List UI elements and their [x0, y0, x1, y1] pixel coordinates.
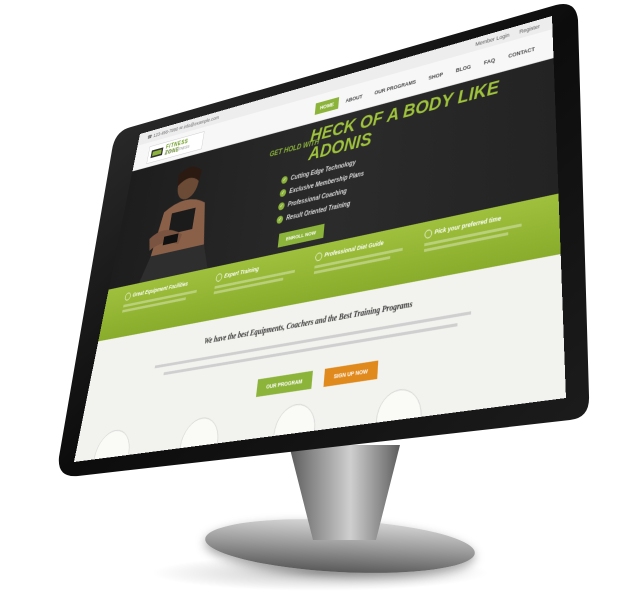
- nav-item-home[interactable]: HOME: [314, 96, 340, 115]
- feature-icon: [124, 292, 132, 301]
- clock-icon: [424, 228, 433, 240]
- nav-item-contact[interactable]: CONTACT: [503, 41, 541, 64]
- hero-bullet-list: Cutting Edge Technology Exclusive Member…: [275, 157, 365, 231]
- nav-item-about[interactable]: ABOUT: [340, 89, 368, 108]
- nav-item-blog[interactable]: BLOG: [450, 59, 476, 78]
- dumbbell-icon: [150, 147, 164, 159]
- monitor-mockup: ☎ 123-456-7890 ✉ info@example.com Member…: [0, 0, 631, 616]
- feature-title: Pick your preferred time: [434, 214, 502, 236]
- nav-item-faq[interactable]: FAQ: [479, 52, 501, 70]
- intro-text-line: [163, 323, 458, 376]
- sign-up-button[interactable]: SIGN UP NOW: [323, 360, 379, 388]
- feature-icon: [315, 251, 323, 262]
- nav-item-shop[interactable]: SHOP: [423, 67, 448, 86]
- our-program-button[interactable]: OUR PROGRAM: [255, 370, 313, 398]
- feature-icon: [215, 272, 223, 283]
- intro-buttons: OUR PROGRAM SIGN UP NOW: [255, 360, 379, 398]
